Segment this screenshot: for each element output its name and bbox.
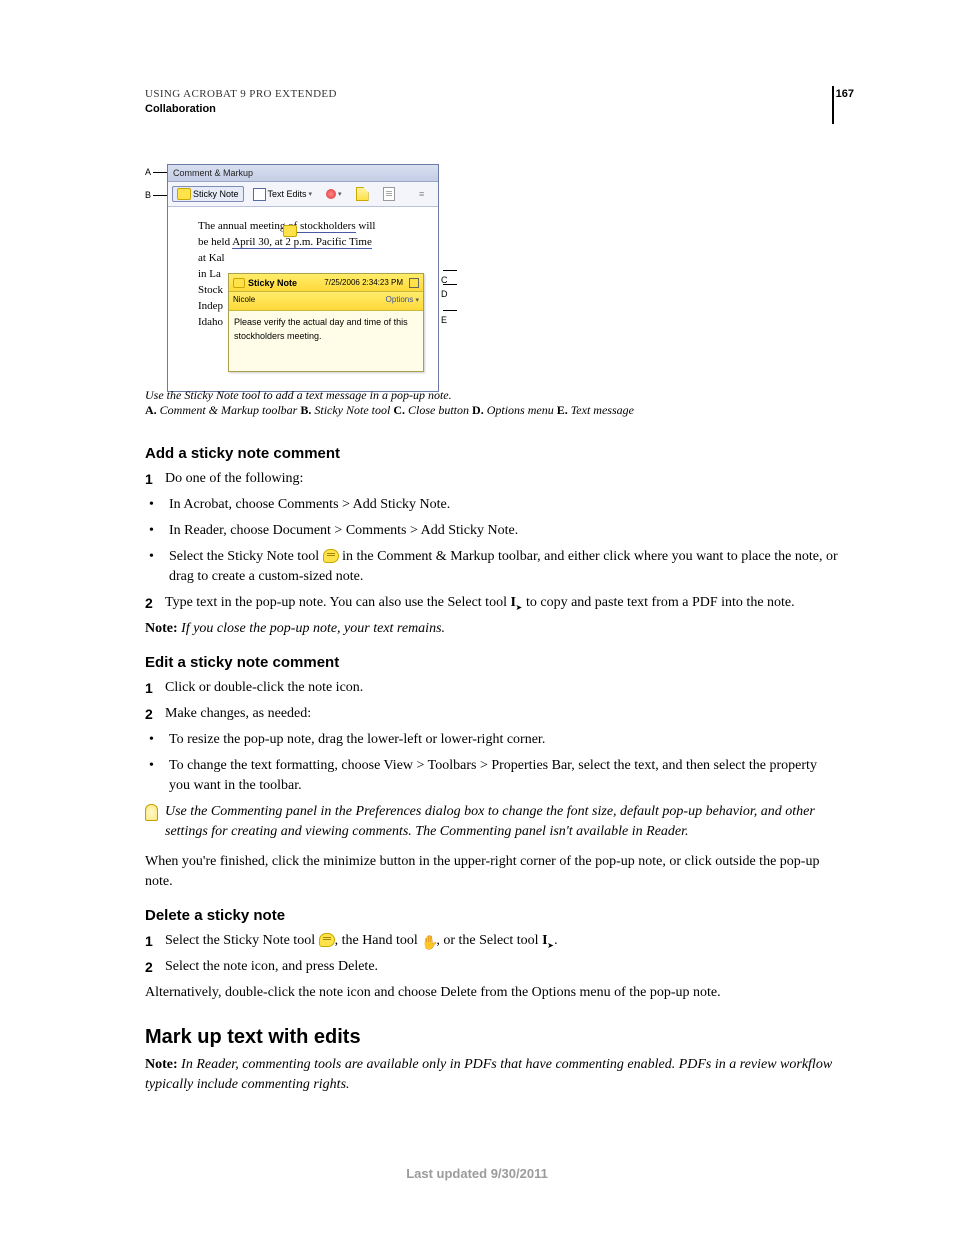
paragraph: When you're finished, click the minimize…: [145, 852, 840, 892]
running-head: USING ACROBAT 9 PRO EXTENDED: [145, 88, 337, 100]
highlight-icon: [356, 187, 369, 201]
popup-message[interactable]: Please verify the actual day and time of…: [229, 311, 423, 371]
section-heading-add: Add a sticky note comment: [145, 444, 840, 464]
bullet: •: [145, 756, 169, 796]
popup-header: Sticky Note 7/25/2006 2:34:23 PM: [229, 274, 423, 292]
step-text: Do one of the following:: [165, 469, 303, 489]
paragraph: Alternatively, double-click the note ico…: [145, 983, 840, 1003]
bullet: •: [145, 547, 169, 587]
bullet-text: Select the Sticky Note tool in the Comme…: [169, 547, 840, 587]
figure-label-e: E: [441, 305, 459, 325]
step-text: Click or double-click the note icon.: [165, 678, 363, 698]
tip-block: Use the Commenting panel in the Preferen…: [145, 802, 840, 842]
text-edits-icon: [253, 188, 266, 201]
popup-subheader: Nicole Options ▾: [229, 292, 423, 311]
footer-updated: Last updated 9/30/2011: [0, 1166, 954, 1181]
stamp-button[interactable]: ▾: [321, 187, 347, 201]
comment-markup-toolbar: Sticky Note Text Edits ▾ ▾: [168, 182, 438, 207]
popup-title: Sticky Note: [248, 276, 297, 290]
note-text: Note: In Reader, commenting tools are av…: [145, 1055, 840, 1095]
toolbar-window-title: Comment & Markup: [168, 165, 438, 182]
step-number: 1: [145, 931, 165, 951]
section-heading-markup: Mark up text with edits: [145, 1027, 840, 1047]
bullet-text: In Acrobat, choose Comments > Add Sticky…: [169, 495, 450, 515]
section-heading-delete: Delete a sticky note: [145, 906, 840, 926]
highlight-button[interactable]: [351, 185, 374, 203]
figure-caption: Use the Sticky Note tool to add a text m…: [145, 388, 835, 418]
step-text: Select the note icon, and press Delete.: [165, 957, 378, 977]
body-content: Add a sticky note comment 1Do one of the…: [145, 430, 840, 1103]
note-glyph-icon[interactable]: [283, 225, 297, 237]
sticky-note-icon: [177, 188, 191, 200]
text-edits-button[interactable]: Text Edits ▾: [248, 186, 318, 203]
popup-author: Nicole: [233, 293, 255, 308]
toolbar-grip[interactable]: ≡: [414, 187, 434, 201]
bullet: •: [145, 730, 169, 750]
page-number: 167: [836, 88, 854, 100]
lightbulb-icon: [145, 802, 165, 842]
bullet-text: In Reader, choose Document > Comments > …: [169, 521, 518, 541]
step-number: 2: [145, 593, 165, 613]
figure-label-a: A: [145, 167, 169, 177]
section-heading-edit: Edit a sticky note comment: [145, 653, 840, 673]
text-edits-label: Text Edits: [268, 189, 307, 199]
bullet-text: To resize the pop-up note, drag the lowe…: [169, 730, 545, 750]
select-tool-icon: [542, 933, 554, 947]
step-number: 1: [145, 678, 165, 698]
doc-line: The annual meeting of stockholders will: [198, 219, 428, 233]
popup-close-button[interactable]: [409, 278, 419, 288]
figure-label-b: B: [145, 190, 169, 200]
step-text: Select the Sticky Note tool , the Hand t…: [165, 931, 558, 951]
step-number: 1: [145, 469, 165, 489]
caption-legend: A. Comment & Markup toolbar B. Sticky No…: [145, 403, 835, 418]
chevron-down-icon: ▾: [338, 190, 342, 198]
attach-icon: [383, 187, 395, 201]
hand-tool-icon: ✋: [421, 934, 436, 949]
doc-line: at Kal: [198, 251, 428, 265]
doc-line: be held April 30, at 2 p.m. Pacific Time: [198, 235, 428, 249]
sticky-note-icon: [323, 549, 339, 563]
grip-icon: ≡: [419, 189, 429, 199]
sticky-note-tool-label: Sticky Note: [193, 189, 239, 199]
attach-button[interactable]: [378, 185, 400, 203]
note-text: Note: If you close the pop-up note, your…: [145, 619, 840, 639]
bullet-text: To change the text formatting, choose Vi…: [169, 756, 840, 796]
header-rule: [832, 86, 834, 124]
popup-options-menu[interactable]: Options ▾: [386, 293, 419, 308]
figure: A B C D E Comment & Markup Sticky Note T…: [145, 162, 445, 374]
document-preview: The annual meeting of stockholders will …: [168, 207, 438, 391]
bullet: •: [145, 521, 169, 541]
popup-timestamp: 7/25/2006 2:34:23 PM: [324, 276, 403, 290]
stamp-icon: [326, 189, 336, 199]
figure-label-d: D: [441, 279, 459, 299]
toolbar-window: Comment & Markup Sticky Note Text Edits …: [167, 164, 439, 392]
select-tool-icon: [510, 595, 522, 609]
step-number: 2: [145, 957, 165, 977]
sticky-note-popup: Sticky Note 7/25/2006 2:34:23 PM Nicole …: [228, 273, 424, 372]
step-text: Make changes, as needed:: [165, 704, 311, 724]
chevron-down-icon: ▾: [415, 297, 419, 304]
step-text: Type text in the pop-up note. You can al…: [165, 593, 795, 613]
tip-text: Use the Commenting panel in the Preferen…: [165, 802, 840, 842]
chevron-down-icon: ▾: [309, 190, 313, 198]
step-number: 2: [145, 704, 165, 724]
sticky-note-tool-button[interactable]: Sticky Note: [172, 186, 244, 202]
sticky-note-icon: [233, 278, 245, 288]
caption-line: Use the Sticky Note tool to add a text m…: [145, 388, 835, 403]
sticky-note-icon: [319, 933, 335, 947]
running-head-section: Collaboration: [145, 103, 216, 115]
bullet: •: [145, 495, 169, 515]
